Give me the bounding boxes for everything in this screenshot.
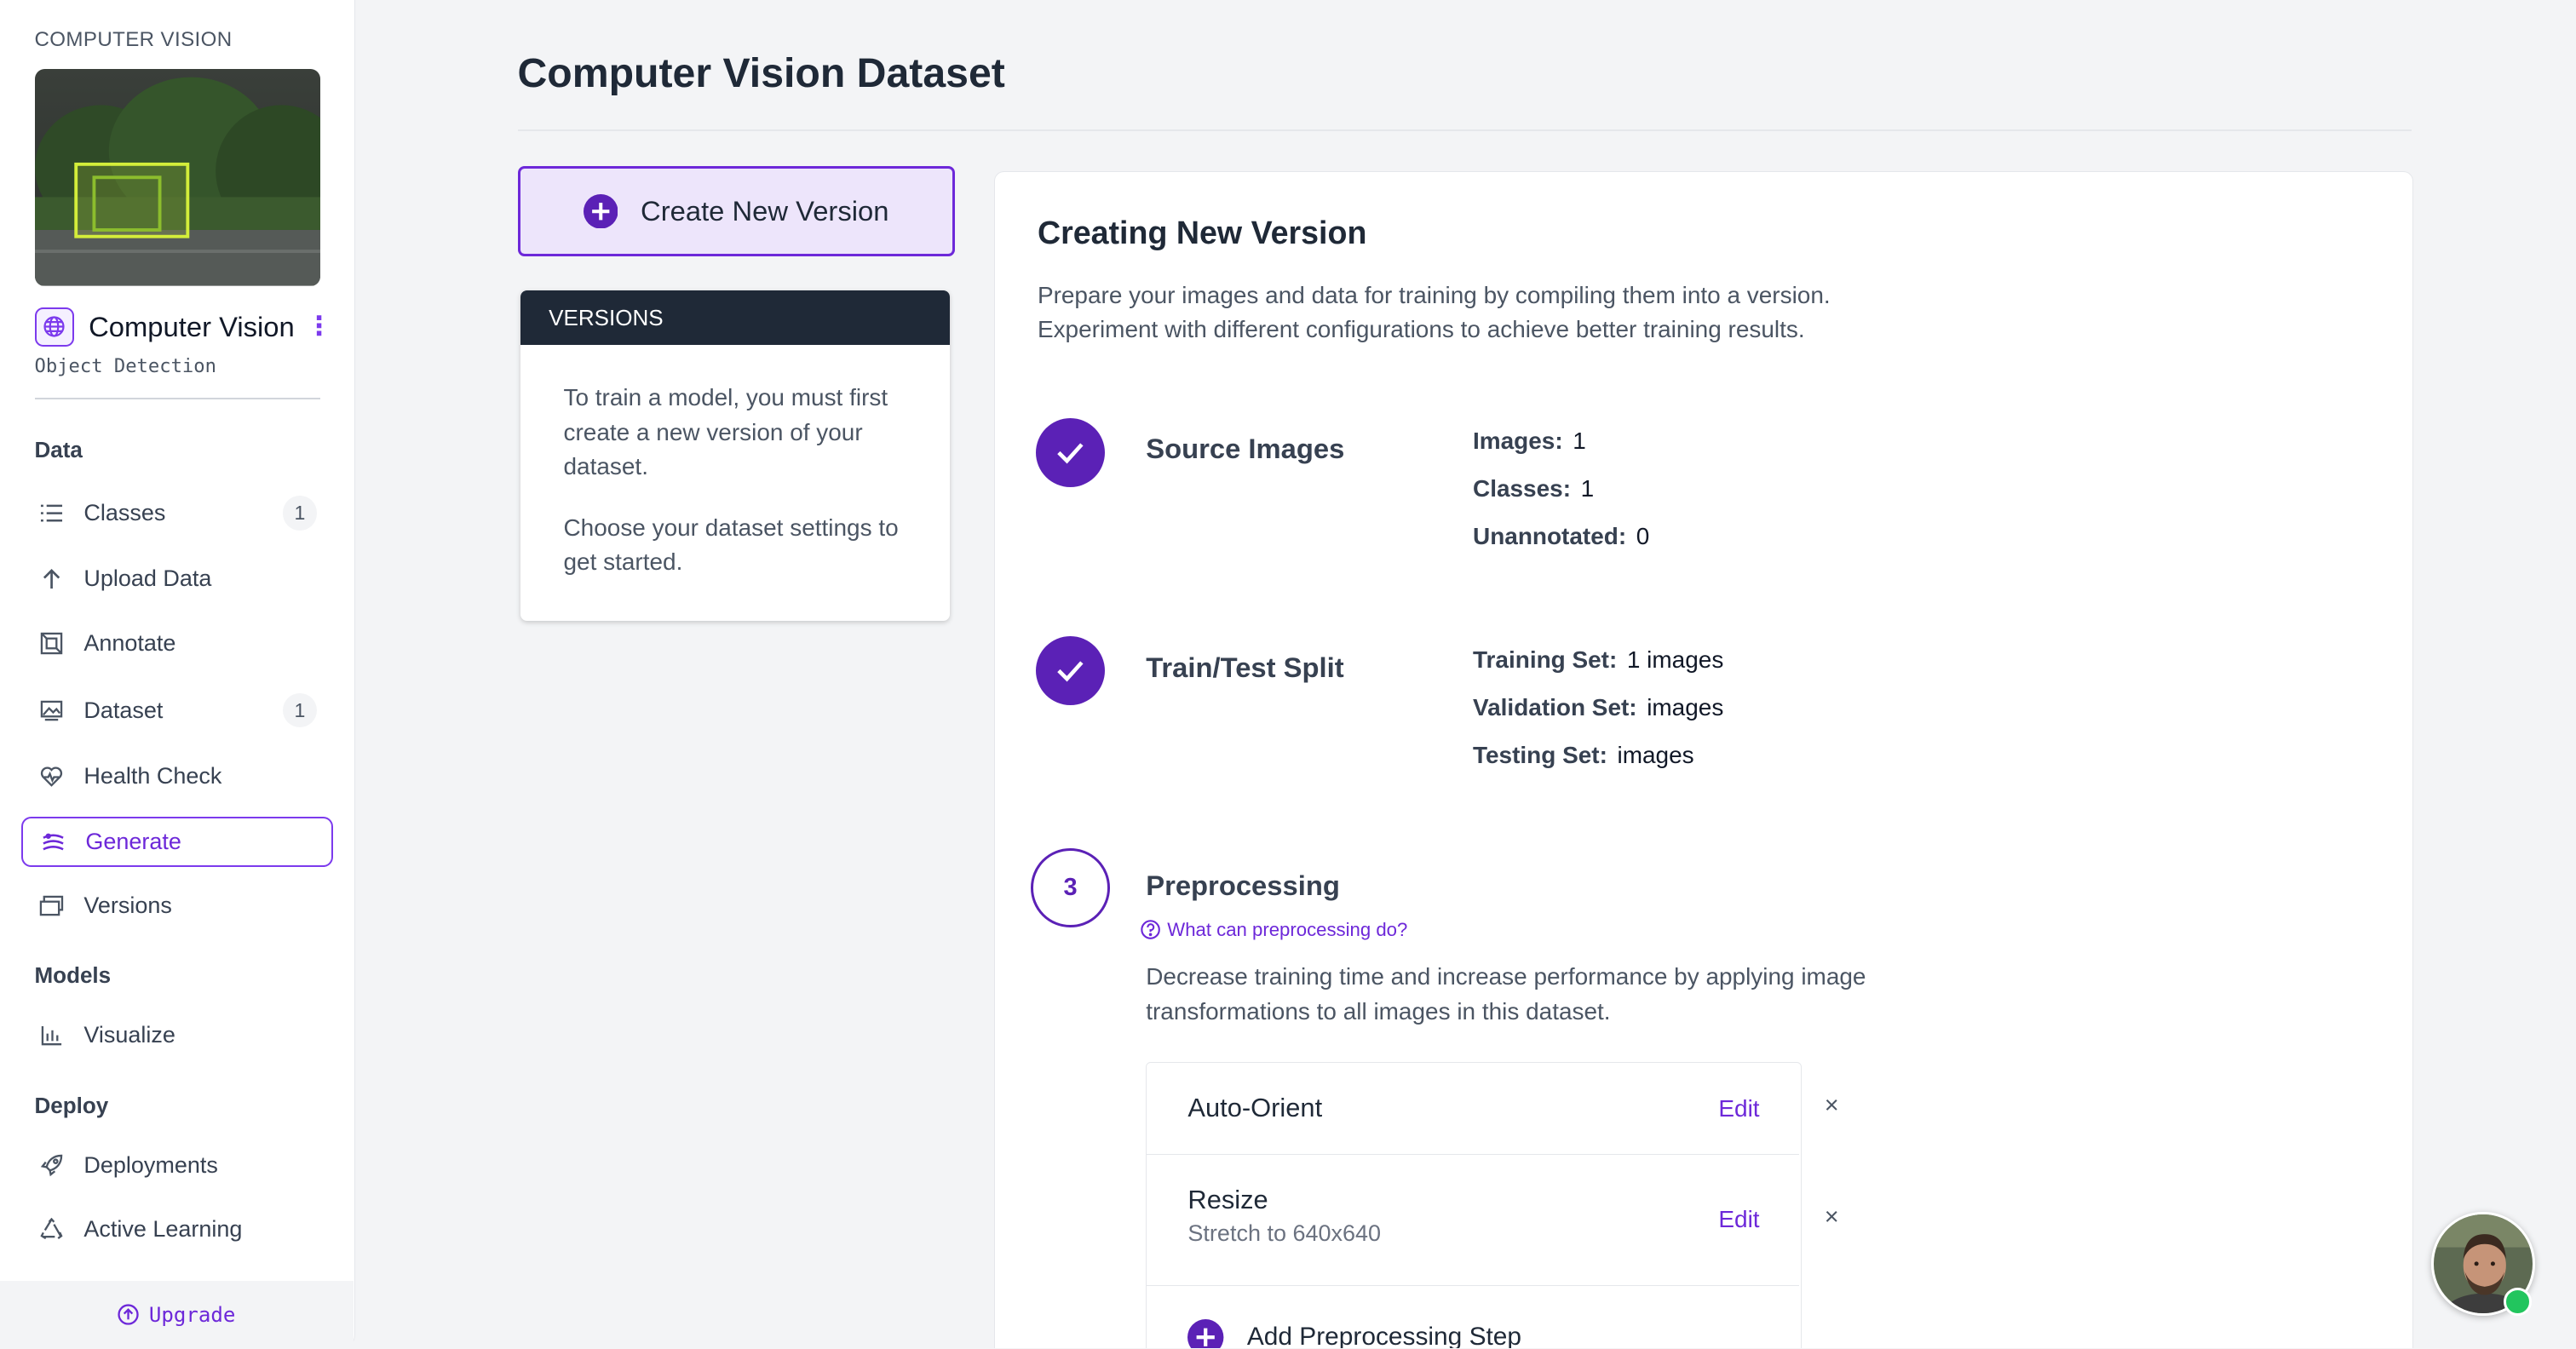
- globe-icon: [34, 307, 74, 347]
- sidebar-item-health-check[interactable]: Health Check: [21, 750, 333, 801]
- check-icon: [1057, 661, 1084, 682]
- step-title-train-test-split[interactable]: Train/Test Split: [1146, 652, 1343, 684]
- section-data: Data: [34, 437, 83, 462]
- generate-icon: [41, 829, 66, 854]
- creating-title: Creating New Version: [1037, 214, 1367, 250]
- sidebar-divider: [34, 397, 321, 399]
- versions-hint-text: Choose your dataset settings to get star…: [563, 514, 899, 576]
- source-images-count: Images: 1: [1473, 428, 1586, 455]
- validation-set-count: Validation Set: images: [1473, 693, 1724, 720]
- testing-set-count: Testing Set: images: [1473, 741, 1694, 768]
- project-name-row: Computer Vision ⋮: [34, 307, 332, 347]
- sidebar-item-label: Health Check: [83, 762, 222, 789]
- project-name: Computer Vision: [89, 310, 295, 342]
- sidebar-item-label: Deployments: [83, 1151, 218, 1178]
- upgrade-button[interactable]: Upgrade: [0, 1281, 354, 1349]
- sidebar-item-label: Upload Data: [83, 565, 212, 592]
- versions-icon: [39, 893, 64, 918]
- sidebar-item-upload-data[interactable]: Upload Data: [21, 554, 333, 605]
- section-models: Models: [34, 962, 112, 989]
- sidebar-item-annotate[interactable]: Annotate: [21, 617, 333, 669]
- preprocessing-help-label: What can preprocessing do?: [1167, 919, 1408, 941]
- source-unannotated-count: Unannotated: 0: [1473, 523, 1650, 550]
- sidebar-item-label: Dataset: [83, 697, 164, 723]
- sidebar-item-generate[interactable]: Generate: [21, 816, 334, 868]
- sidebar-item-label: Classes: [83, 500, 166, 526]
- versions-header: VERSIONS: [520, 290, 950, 345]
- upgrade-label: Upgrade: [148, 1302, 236, 1327]
- thumbnail-image: [34, 69, 321, 286]
- creating-desc-line: Prepare your images and data for trainin…: [1037, 281, 1831, 308]
- recycle-icon: [39, 1217, 64, 1242]
- sidebar-item-label: Generate: [85, 828, 181, 854]
- upgrade-arrow-icon: [118, 1304, 139, 1325]
- sidebar-item-versions[interactable]: Versions: [21, 881, 333, 932]
- sidebar-item-label: Visualize: [83, 1022, 175, 1048]
- question-circle-icon: [1141, 920, 1161, 940]
- upload-arrow-icon: [39, 566, 64, 591]
- online-status-indicator: [2504, 1288, 2532, 1316]
- training-set-count: Training Set: 1 images: [1473, 646, 1724, 673]
- sidebar-item-dataset[interactable]: Dataset 1: [21, 685, 333, 736]
- sidebar-item-active-learning[interactable]: Active Learning: [21, 1204, 333, 1255]
- section-deploy: Deploy: [34, 1092, 109, 1118]
- bar-chart-icon: [39, 1024, 64, 1048]
- preprocessing-desc-line: transformations to all images in this da…: [1146, 997, 1611, 1025]
- preprocessing-description: Decrease training time and increase perf…: [1146, 960, 1866, 1029]
- project-type: Object Detection: [34, 354, 216, 377]
- step-number-badge: 3: [1031, 848, 1110, 927]
- plus-circle-icon: [1187, 1318, 1224, 1349]
- edit-resize-link[interactable]: Edit: [1718, 1206, 1759, 1233]
- edit-auto-orient-link[interactable]: Edit: [1718, 1095, 1759, 1122]
- rocket-icon: [39, 1153, 64, 1178]
- preprocessing-steps-list: Auto-Orient Edit Resize Stretch to 640x6…: [1146, 1061, 1802, 1349]
- title-divider: [517, 129, 2412, 132]
- step-name: Resize: [1187, 1184, 1268, 1214]
- creating-description: Prepare your images and data for trainin…: [1038, 278, 1831, 347]
- add-preprocessing-step-button[interactable]: Add Preprocessing Step: [1187, 1318, 1522, 1349]
- remove-auto-orient-icon[interactable]: ×: [1825, 1092, 1839, 1120]
- versions-panel: VERSIONS To train a model, you must firs…: [520, 290, 950, 621]
- source-classes-count: Classes: 1: [1473, 475, 1595, 502]
- step-detail: Stretch to 640x640: [1187, 1220, 1382, 1246]
- step-name: Auto-Orient: [1187, 1092, 1323, 1122]
- step-title-source-images[interactable]: Source Images: [1146, 433, 1344, 465]
- count-badge: 1: [282, 496, 318, 531]
- images-icon: [39, 698, 64, 723]
- sidebar-item-visualize[interactable]: Visualize: [21, 1010, 333, 1061]
- preprocessing-help-link[interactable]: What can preprocessing do?: [1141, 919, 1407, 941]
- annotate-icon: [39, 631, 64, 656]
- check-icon: [1057, 443, 1084, 464]
- sidebar-item-label: Annotate: [83, 629, 176, 656]
- creating-desc-line: Experiment with different configurations…: [1037, 316, 1805, 343]
- list-icon: [39, 501, 64, 525]
- add-preprocessing-step-label: Add Preprocessing Step: [1246, 1322, 1522, 1349]
- kebab-menu-icon[interactable]: ⋮: [306, 313, 332, 340]
- create-new-version-button[interactable]: Create New Version: [517, 165, 955, 256]
- sidebar-item-label: Active Learning: [83, 1216, 243, 1243]
- create-version-card: Creating New Version Prepare your images…: [993, 170, 2414, 1349]
- versions-body: To train a model, you must first create …: [520, 345, 949, 580]
- preprocessing-step-auto-orient: Auto-Orient Edit: [1147, 1063, 1799, 1155]
- sidebar-item-classes[interactable]: Classes 1: [21, 488, 333, 539]
- preprocessing-step-resize: Resize Stretch to 640x640 Edit: [1147, 1155, 1799, 1287]
- app-root: COMPUTER VISION Computer Vision ⋮ Object…: [0, 0, 2576, 1349]
- page-title: Computer Vision Dataset: [517, 49, 1005, 96]
- project-thumbnail[interactable]: [34, 69, 321, 286]
- step-complete-badge: [1036, 417, 1105, 487]
- versions-empty-text: To train a model, you must first create …: [563, 384, 888, 480]
- step-title-preprocessing: Preprocessing: [1146, 870, 1340, 902]
- sidebar: COMPUTER VISION Computer Vision ⋮ Object…: [0, 0, 355, 1349]
- plus-circle-icon: [583, 193, 618, 229]
- preprocessing-desc-line: Decrease training time and increase perf…: [1146, 963, 1866, 990]
- heart-pulse-icon: [39, 764, 64, 789]
- create-new-version-label: Create New Version: [641, 194, 889, 227]
- count-badge: 1: [282, 692, 318, 728]
- sidebar-item-deployments[interactable]: Deployments: [21, 1139, 333, 1191]
- project-category-label: COMPUTER VISION: [34, 27, 233, 51]
- remove-resize-icon[interactable]: ×: [1825, 1203, 1839, 1231]
- step-complete-badge: [1036, 636, 1105, 706]
- sidebar-item-label: Versions: [83, 893, 172, 919]
